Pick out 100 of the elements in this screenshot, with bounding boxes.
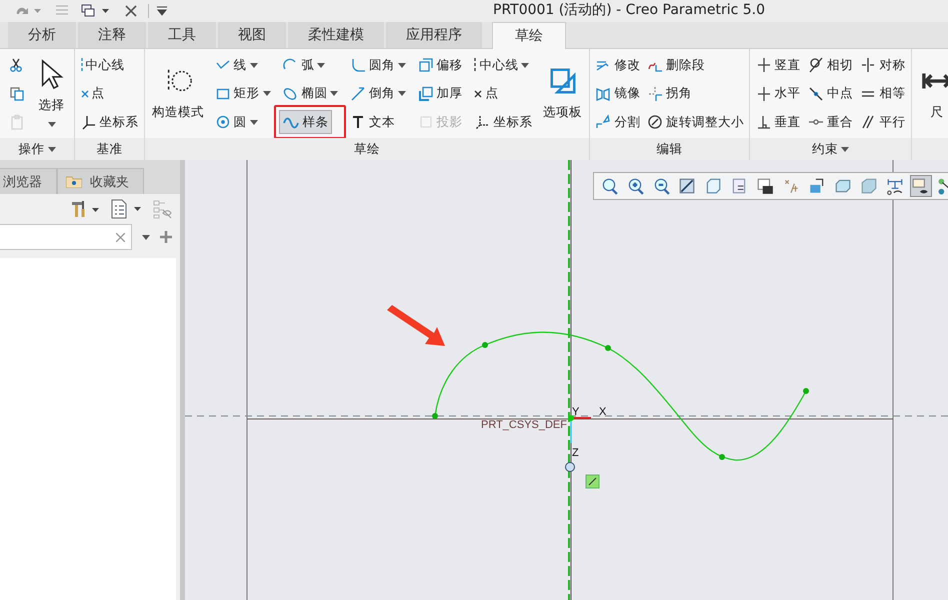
ribbon-tab[interactable]: 注释 xyxy=(78,22,146,48)
axes-icon xyxy=(80,114,96,130)
view-tool-button[interactable] xyxy=(910,175,932,197)
group-label: 编辑 xyxy=(656,140,682,158)
ribbon-button[interactable]: 旋转调整大小 xyxy=(644,110,747,134)
ribbon-tab[interactable]: 应用程序 xyxy=(386,22,482,48)
ribbon-button[interactable]: 点 xyxy=(471,82,536,106)
ribbon-button[interactable]: 矩形 xyxy=(212,82,274,106)
datum-display-icon xyxy=(782,177,800,195)
zoom-out-icon xyxy=(652,177,670,195)
ribbon-button[interactable]: 样条 xyxy=(279,110,332,134)
corner-icon xyxy=(646,86,663,102)
ribbon-button[interactable]: 点 xyxy=(78,82,142,106)
cross-point-icon xyxy=(80,90,88,98)
search-field[interactable] xyxy=(0,224,132,250)
group-label: 草绘 xyxy=(354,140,380,158)
ribbon-button[interactable]: 弧 xyxy=(279,53,342,77)
camera-icon xyxy=(756,177,774,195)
clipboard-icon xyxy=(8,114,24,130)
ribbon-tab[interactable]: 视图 xyxy=(218,22,286,48)
repaint-icon xyxy=(678,177,696,195)
ribbon-button[interactable]: 坐标系 xyxy=(471,110,536,134)
caret-icon xyxy=(330,91,338,96)
overlapping-squares-icon xyxy=(548,66,578,96)
ribbon-button[interactable]: 修改 xyxy=(592,53,644,77)
pivot-handle[interactable] xyxy=(565,462,575,472)
ribbon-button[interactable]: 中心线 xyxy=(471,53,536,77)
spin-center-icon xyxy=(808,177,826,195)
ribbon-button[interactable]: 拐角 xyxy=(644,82,747,106)
axis-label: Z xyxy=(572,447,579,459)
ribbon-button[interactable]: 圆角 xyxy=(346,53,409,77)
caret-icon xyxy=(262,91,271,96)
perpendicular-icon xyxy=(756,114,772,130)
caret-icon xyxy=(317,62,326,68)
ribbon-button[interactable]: 选择 xyxy=(34,53,68,133)
chamfer-icon xyxy=(350,86,366,102)
ribbon-tab[interactable]: 柔性建模 xyxy=(288,22,384,48)
ribbon-button[interactable]: 线 xyxy=(212,53,274,77)
add-icon[interactable] xyxy=(160,231,172,243)
csys-marker xyxy=(568,415,591,443)
panel-tab[interactable]: 收藏夹 xyxy=(57,168,144,194)
ribbon-button[interactable]: 重合 xyxy=(804,110,856,134)
ribbon-button[interactable]: 圆 xyxy=(212,110,274,134)
ribbon-button[interactable]: 偏移 xyxy=(414,53,466,77)
group-label: 基准 xyxy=(96,140,122,158)
clear-icon[interactable] xyxy=(116,232,125,242)
ribbon-button[interactable]: 相等 xyxy=(857,82,908,106)
ribbon-button[interactable]: 竖直 xyxy=(752,53,804,77)
ribbon-tab[interactable]: 草绘 xyxy=(492,22,566,49)
ribbon-button[interactable]: 坐标系 xyxy=(78,110,142,134)
ribbon-tab[interactable]: 分析 xyxy=(8,22,76,48)
ribbon-button[interactable]: 构造模式 xyxy=(150,53,206,133)
group-menu-button[interactable]: 约束 xyxy=(812,140,849,158)
copy-icon xyxy=(8,86,24,102)
caret-icon xyxy=(250,62,258,68)
ribbon-button[interactable]: 椭圆 xyxy=(279,82,342,106)
ribbon-button[interactable]: 尺 xyxy=(920,53,948,133)
caret-icon[interactable] xyxy=(142,234,150,240)
dimension-display-icon xyxy=(886,177,904,195)
ribbon-button[interactable]: 垂直 xyxy=(752,110,804,134)
snap-badge-icon xyxy=(586,474,600,488)
ribbon-button[interactable]: 加厚 xyxy=(414,82,466,106)
close-windows-icon[interactable] xyxy=(124,4,138,18)
ribbon-button[interactable]: 文本 xyxy=(346,110,409,134)
caret-icon xyxy=(48,122,56,127)
mirror-icon xyxy=(595,86,612,102)
control-point[interactable] xyxy=(432,413,438,419)
ribbon-button[interactable]: 选项板 xyxy=(541,53,584,133)
axes-icon xyxy=(474,114,490,130)
ribbon-button[interactable]: 中点 xyxy=(804,82,856,106)
ribbon-button[interactable]: 相切 xyxy=(804,53,856,77)
midpoint-icon xyxy=(808,86,824,102)
zoom-in-icon xyxy=(626,177,644,195)
dashed-line-icon xyxy=(474,58,476,72)
ribbon-button[interactable]: 分割 xyxy=(592,110,644,134)
caret-icon xyxy=(398,62,406,68)
ribbon-button[interactable]: 镜像 xyxy=(592,82,644,106)
ribbon-button[interactable]: 平行 xyxy=(857,110,908,134)
panel-tab[interactable]: 浏览器 xyxy=(0,168,57,194)
split-icon xyxy=(595,114,612,130)
symmetric-icon xyxy=(860,57,876,73)
offset-icon xyxy=(418,57,434,73)
caret-icon xyxy=(250,120,258,124)
ribbon-button[interactable]: 倒角 xyxy=(346,82,409,106)
circle-icon xyxy=(214,114,231,130)
ribbon-button[interactable]: 中心线 xyxy=(78,53,142,77)
cross-point-icon xyxy=(474,90,482,98)
ribbon-button[interactable]: 水平 xyxy=(752,82,804,106)
ribbon-button[interactable]: 对称 xyxy=(857,53,908,77)
zoom-fit-icon xyxy=(600,177,618,195)
box-shaded-icon xyxy=(834,177,852,195)
ribbon-button[interactable]: 删除段 xyxy=(644,53,747,77)
annotation-arrow xyxy=(387,305,445,346)
tools-icon[interactable] xyxy=(70,200,100,218)
display-filter-icon xyxy=(912,177,930,195)
ribbon-tab[interactable]: 工具 xyxy=(148,22,216,48)
saved-views-icon xyxy=(730,177,748,195)
list-settings-icon[interactable] xyxy=(110,199,142,219)
plus-line-icon xyxy=(756,57,772,73)
ellipse-icon xyxy=(282,86,298,102)
